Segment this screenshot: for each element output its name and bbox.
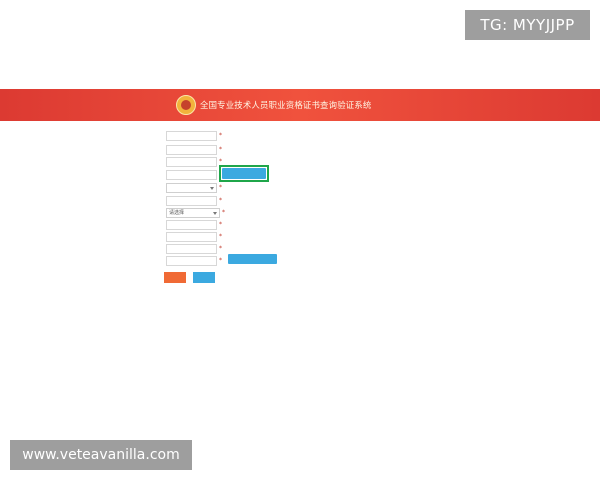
required-mark: * bbox=[219, 257, 222, 264]
page-title: 全国专业技术人员职业资格证书查询验证系统 bbox=[200, 100, 372, 110]
chevron-down-icon bbox=[213, 212, 217, 215]
field-label bbox=[103, 157, 158, 167]
primary-action-button[interactable] bbox=[222, 168, 266, 179]
emblem-icon bbox=[176, 95, 196, 115]
text-input[interactable] bbox=[166, 220, 217, 230]
field-label bbox=[103, 208, 158, 218]
required-mark: * bbox=[222, 209, 225, 216]
field-label bbox=[103, 145, 158, 155]
text-input[interactable] bbox=[166, 256, 217, 266]
text-input[interactable] bbox=[166, 145, 217, 155]
text-input[interactable] bbox=[166, 170, 217, 180]
field-label bbox=[103, 232, 158, 242]
field-label bbox=[103, 183, 158, 193]
chevron-down-icon bbox=[210, 187, 214, 190]
field-label bbox=[103, 131, 158, 141]
required-mark: * bbox=[219, 245, 222, 252]
field-label bbox=[103, 256, 158, 266]
required-mark: * bbox=[219, 233, 222, 240]
required-mark: * bbox=[219, 132, 222, 139]
text-input[interactable] bbox=[166, 157, 217, 167]
required-mark: * bbox=[219, 221, 222, 228]
text-input[interactable] bbox=[166, 196, 217, 206]
required-mark: * bbox=[219, 184, 222, 191]
submit-button[interactable] bbox=[164, 272, 186, 283]
field-label bbox=[103, 196, 158, 206]
text-input[interactable] bbox=[166, 232, 217, 242]
telegram-tag: TG: MYYJJPP bbox=[465, 10, 590, 40]
text-input[interactable] bbox=[166, 244, 217, 254]
select-dropdown[interactable] bbox=[166, 183, 217, 193]
watermark-url: www.veteavanilla.com bbox=[10, 440, 192, 470]
reset-button[interactable] bbox=[193, 272, 215, 283]
field-label bbox=[103, 244, 158, 254]
select-value: 请选择 bbox=[169, 210, 185, 216]
field-label bbox=[103, 170, 158, 180]
required-mark: * bbox=[219, 197, 222, 204]
required-mark: * bbox=[219, 146, 222, 153]
select-dropdown[interactable]: 请选择 bbox=[166, 208, 220, 218]
emblem-inner bbox=[181, 100, 191, 110]
field-label bbox=[103, 220, 158, 230]
secondary-action-button[interactable] bbox=[228, 254, 277, 264]
text-input[interactable] bbox=[166, 131, 217, 141]
